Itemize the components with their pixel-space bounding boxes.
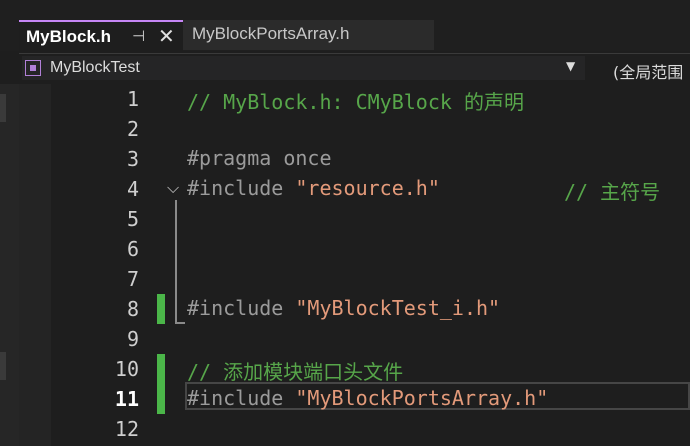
line-number: 11 — [114, 387, 139, 411]
inline-comment: // 主符号 — [564, 180, 661, 204]
tab-label: MyBlockPortsArray.h — [192, 24, 350, 43]
scope-selector-label: (全局范围 — [613, 63, 684, 82]
code-line[interactable]: 11 #include "MyBlockPortsArray.h" — [19, 384, 690, 414]
tab-myblockportsarray-h[interactable]: MyBlockPortsArray.h — [183, 20, 434, 50]
chevron-down-icon[interactable]: ▼ — [566, 59, 575, 73]
code-line[interactable]: 1 // MyBlock.h: CMyBlock 的声明 — [19, 84, 690, 114]
close-icon[interactable]: ✕ — [158, 24, 175, 48]
code-text: #pragma once — [187, 146, 332, 170]
code-token: "MyBlockPortsArray.h" — [295, 386, 549, 410]
navigation-bar: MyBlockTest ▼ (全局范围 — [19, 53, 690, 85]
code-line[interactable]: 6 — [19, 234, 690, 264]
code-line[interactable]: 8 #include "MyBlockTest_i.h" — [19, 294, 690, 324]
code-editor[interactable]: 1 // MyBlock.h: CMyBlock 的声明 2 3 #pragma onc… — [19, 84, 690, 446]
code-token: // 添加模块端口头文件 — [187, 360, 404, 384]
tab-myblock-h[interactable]: MyBlock.h ⊣ ✕ — [19, 20, 183, 51]
code-text: #include "resource.h" — [187, 176, 440, 200]
code-text: #include "MyBlockPortsArray.h" — [187, 386, 548, 410]
code-text: // 添加模块端口头文件 — [187, 356, 403, 385]
pin-icon[interactable]: ⊣ — [132, 27, 145, 45]
code-line[interactable]: 10 // 添加模块端口头文件 — [19, 354, 690, 384]
line-number: 3 — [126, 147, 139, 171]
code-line[interactable]: 7 — [19, 264, 690, 294]
left-margin-panel — [0, 84, 19, 446]
class-selector-label: MyBlockTest — [50, 59, 140, 76]
code-token: #include — [187, 176, 296, 200]
margin-marker — [0, 94, 6, 122]
code-line[interactable]: 9 — [19, 324, 690, 354]
code-token: #include — [187, 386, 296, 410]
line-number: 8 — [126, 297, 139, 321]
margin-marker — [0, 352, 6, 380]
code-token: // MyBlock.h: CMyBlock 的声明 — [187, 90, 524, 114]
line-number: 5 — [126, 207, 139, 231]
code-line[interactable]: 3 #pragma once — [19, 144, 690, 174]
code-text: // MyBlock.h: CMyBlock 的声明 — [187, 86, 524, 115]
tab-strip: MyBlock.h ⊣ ✕ MyBlockPortsArray.h — [0, 0, 690, 51]
line-number: 1 — [126, 87, 139, 111]
code-line[interactable]: 5 — [19, 204, 690, 234]
code-line[interactable]: 2 — [19, 114, 690, 144]
line-number: 4 — [126, 177, 139, 201]
code-token: "MyBlockTest_i.h" — [295, 296, 501, 320]
code-token: #include — [187, 296, 296, 320]
tab-label: MyBlock.h — [26, 27, 112, 46]
scope-selector-dropdown[interactable]: (全局范围 — [599, 56, 690, 82]
line-number: 9 — [126, 327, 139, 351]
code-token: "resource.h" — [295, 176, 440, 200]
line-number: 12 — [114, 417, 139, 441]
code-line[interactable]: 4 #include "resource.h" // 主符号 ⌵ — [19, 174, 690, 204]
class-icon — [25, 60, 41, 76]
line-number: 2 — [126, 117, 139, 141]
line-number: 6 — [126, 237, 139, 261]
class-selector-dropdown[interactable]: MyBlockTest ▼ — [22, 56, 585, 80]
line-number: 7 — [126, 267, 139, 291]
code-token: #pragma once — [187, 146, 332, 170]
code-text: #include "MyBlockTest_i.h" — [187, 296, 500, 320]
chevron-down-icon[interactable]: ⌵ — [167, 178, 179, 198]
line-number: 10 — [114, 357, 139, 381]
code-line[interactable]: 12 — [19, 414, 690, 444]
